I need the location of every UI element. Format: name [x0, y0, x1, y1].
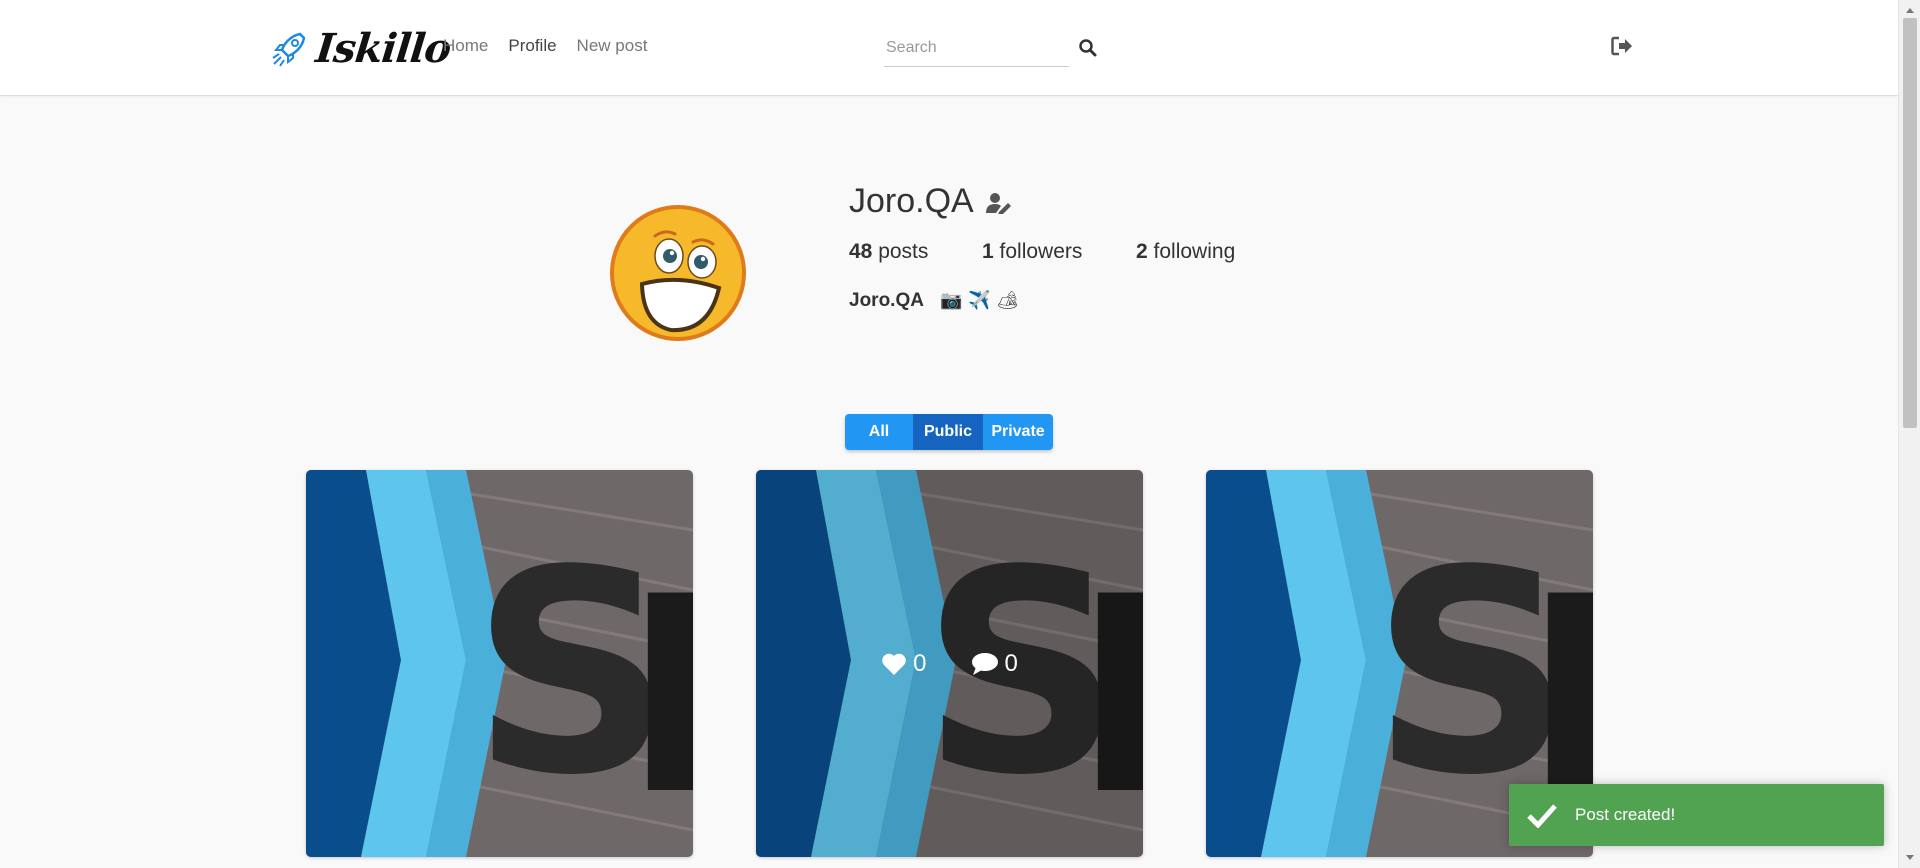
search-icon[interactable]	[1078, 38, 1098, 58]
likes-count: 0	[913, 649, 927, 677]
nav-new-post-link[interactable]: New post	[577, 36, 648, 56]
brand-name: Iskillo	[313, 24, 453, 72]
edit-profile-icon[interactable]	[986, 192, 1012, 214]
avatar	[610, 205, 746, 341]
brand-logo[interactable]: Iskillo	[270, 22, 453, 74]
search-input[interactable]	[884, 30, 1068, 66]
logout-icon[interactable]	[1611, 36, 1633, 56]
scroll-down-arrow-icon[interactable]	[1899, 850, 1920, 866]
checkmark-icon	[1527, 804, 1557, 828]
posts-count: 48 posts	[849, 240, 929, 263]
likes-metric[interactable]: 0	[881, 649, 927, 678]
success-toast[interactable]: Post created!	[1509, 784, 1884, 846]
scrollbar-thumb[interactable]	[1903, 18, 1917, 428]
profile-bio: Joro.QA 📷 ✈️ 🏕	[849, 290, 1019, 312]
post-hover-overlay: 0 0	[756, 470, 1143, 857]
comments-count: 0	[1004, 649, 1018, 677]
toast-message: Post created!	[1575, 805, 1676, 824]
filter-all-button[interactable]: All	[845, 414, 913, 450]
filter-public-button[interactable]: Public	[913, 414, 983, 450]
post-card[interactable]: S k	[306, 470, 693, 857]
top-navbar: Iskillo Home Profile New post	[0, 0, 1898, 96]
nav-home-link[interactable]: Home	[443, 36, 488, 56]
profile-username: Joro.QA	[849, 182, 974, 220]
bio-name: Joro.QA	[849, 290, 924, 311]
main-nav: Home Profile New post	[443, 36, 647, 56]
comment-icon	[971, 652, 998, 675]
search-box	[884, 30, 1069, 67]
rocket-icon	[272, 32, 306, 67]
filter-private-button[interactable]: Private	[983, 414, 1053, 450]
scroll-up-arrow-icon[interactable]	[1899, 2, 1920, 18]
post-card[interactable]: S k 0 0	[756, 470, 1143, 857]
bio-emoji: 📷 ✈️ 🏕	[939, 290, 1020, 311]
post-image: S k	[306, 470, 693, 857]
nav-profile-link[interactable]: Profile	[508, 36, 556, 56]
vertical-scrollbar[interactable]	[1898, 0, 1920, 868]
followers-count[interactable]: 1 followers	[982, 240, 1082, 264]
following-count[interactable]: 2 following	[1136, 240, 1235, 264]
svg-text:k: k	[626, 550, 693, 852]
post-filter-group: All Public Private	[845, 414, 1053, 450]
comments-metric[interactable]: 0	[971, 650, 1018, 678]
heart-icon	[882, 653, 906, 675]
